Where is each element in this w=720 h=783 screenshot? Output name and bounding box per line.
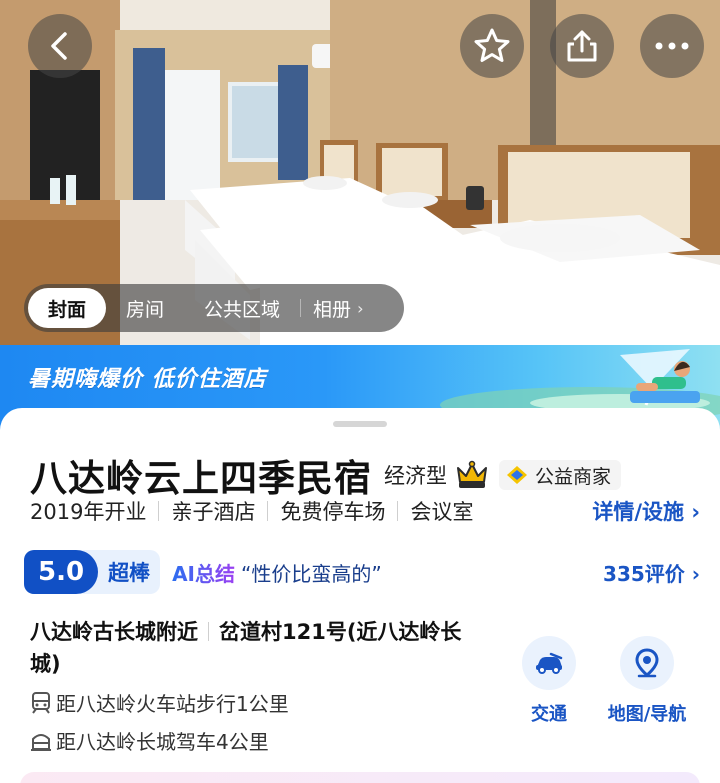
ai-summary-quote: “性价比蛮高的” [240,561,382,586]
rating-row[interactable]: 5.0 超棒 AI总结 “性价比蛮高的” 335评价 › [24,550,700,594]
reviews-count: 335评价 [603,561,685,586]
tab-rooms-label: 房间 [126,298,165,321]
facility-item: 会议室 [410,500,474,524]
promo-text: 暑期嗨爆价 低价住酒店 [28,367,267,392]
map-navigation-label: 地图/导航 [607,704,687,725]
title-row: 八达岭云上四季民宿 经济型 公益商家 [30,448,622,502]
divider [208,622,209,641]
facility-row: 2019年开业 亲子酒店 免费停车场 会议室 详情/设施 › [30,496,700,526]
details-facilities-link[interactable]: 详情/设施 › [592,496,700,526]
tab-album[interactable]: 相册 › [301,288,383,328]
details-link-label: 详情/设施 [592,500,685,524]
divider [158,501,160,521]
tab-public-area[interactable]: 公共区域 [184,288,300,328]
hotel-name: 八达岭云上四季民宿 [30,457,372,500]
divider [397,501,399,521]
distance-great-wall-text: 距八达岭长城驾车4公里 [56,730,269,754]
more-button[interactable] [640,14,704,78]
facility-item: 2019年开业 [30,500,147,524]
photo-category-tabs: 封面 房间 公共区域 相册 › [24,284,404,332]
facility-item: 亲子酒店 [171,500,256,524]
bottom-banner-edge [20,772,700,783]
map-pin-icon [620,636,674,690]
tab-public-area-label: 公共区域 [204,298,281,321]
score-word: 超棒 [108,561,151,585]
landmark-icon [31,733,51,751]
area-label: 八达岭古长城附近 [30,620,198,644]
tab-rooms[interactable]: 房间 [106,288,184,328]
distance-great-wall: 距八达岭长城驾车4公里 [30,726,269,755]
star-outline-icon [474,28,510,62]
transport-label: 交通 [531,704,567,725]
map-navigation-button[interactable]: 地图/导航 [592,636,702,726]
chevron-right-icon: › [691,561,700,586]
score-badge: 5.0 超棒 [24,550,161,594]
ellipsis-icon [655,42,689,50]
hotel-info-card: 八达岭云上四季民宿 经济型 公益商家 2019年开业 亲子酒店 免费停车场 会议… [0,408,720,783]
reviews-link[interactable]: 335评价 › [603,558,700,587]
charity-merchant-badge[interactable]: 公益商家 [499,460,622,490]
ai-summary-label: AI总结 [172,558,235,587]
crown-icon [457,460,487,488]
chevron-right-icon: › [691,500,700,524]
distance-train-text: 距八达岭火车站步行1公里 [56,692,289,716]
facility-item: 免费停车场 [280,500,386,524]
divider [267,501,269,521]
distance-train: 距八达岭火车站步行1公里 [30,688,289,717]
tab-cover-label: 封面 [48,298,87,321]
car-icon [522,636,576,690]
train-icon [32,691,50,714]
back-button[interactable] [28,14,92,78]
tab-cover[interactable]: 封面 [28,288,107,328]
charity-label: 公益商家 [535,465,612,488]
tab-album-label: 相册 [313,298,352,321]
share-button[interactable] [550,14,614,78]
drag-handle[interactable] [333,421,387,427]
chevron-right-icon: › [357,298,364,318]
share-icon [567,30,597,62]
hotel-type: 经济型 [384,464,447,488]
heart-diamond-icon [507,466,527,484]
address-block[interactable]: 八达岭古长城附近 岔道村121号(近八达岭长城) [30,616,490,680]
transport-button[interactable]: 交通 [494,636,604,726]
chevron-left-icon [51,32,67,60]
score-value: 5.0 [24,550,99,594]
favorite-button[interactable] [460,14,524,78]
